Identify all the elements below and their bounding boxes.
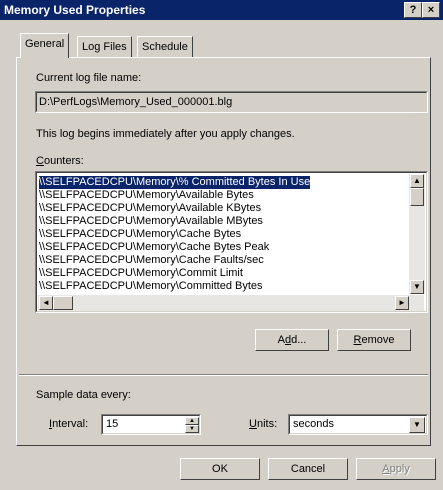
counter-list-item[interactable]: \\SELFPACEDCPU\Memory\Cache Bytes xyxy=(39,228,241,241)
log-file-name-label: Current log file name: xyxy=(36,72,142,84)
scroll-left-icon[interactable]: ◄ xyxy=(39,296,53,310)
separator xyxy=(19,374,428,376)
tab-log-files-label: Log Files xyxy=(82,41,127,53)
log-file-name-value: D:\PerfLogs\Memory_Used_000001.blg xyxy=(39,96,233,108)
counter-list-item[interactable]: \\SELFPACEDCPU\Memory\Cache Faults/sec xyxy=(39,254,264,267)
counters-listbox[interactable]: \\SELFPACEDCPU\Memory\% Committed Bytes … xyxy=(35,171,428,313)
tab-log-files[interactable]: Log Files xyxy=(77,36,132,57)
scroll-up-icon[interactable]: ▲ xyxy=(410,174,424,188)
scroll-right-icon[interactable]: ► xyxy=(395,296,409,310)
units-value: seconds xyxy=(293,418,334,430)
general-tab-panel: Current log file name: D:\PerfLogs\Memor… xyxy=(16,57,431,446)
counter-list-item[interactable]: \\SELFPACEDCPU\Memory\Available MBytes xyxy=(39,215,263,228)
interval-stepper[interactable]: 15 ▲ ▼ xyxy=(101,414,201,435)
counter-list-item[interactable]: \\SELFPACEDCPU\Memory\Available Bytes xyxy=(39,189,254,202)
counters-label: Counters: xyxy=(36,155,84,167)
counter-list-item[interactable]: \\SELFPACEDCPU\Memory\Cache Bytes Peak xyxy=(39,241,269,254)
spin-up-icon[interactable]: ▲ xyxy=(185,417,199,425)
tab-schedule[interactable]: Schedule xyxy=(137,36,193,57)
log-file-name-field[interactable]: D:\PerfLogs\Memory_Used_000001.blg xyxy=(35,91,428,113)
interval-label: Interval: xyxy=(49,418,89,430)
counter-list-item[interactable]: \\SELFPACEDCPU\Memory\Commit Limit xyxy=(39,267,243,280)
add-button[interactable]: Add... xyxy=(255,329,329,351)
tab-general[interactable]: General xyxy=(20,33,70,58)
cancel-button[interactable]: Cancel xyxy=(268,458,348,480)
units-dropdown[interactable]: seconds ▼ xyxy=(288,414,428,435)
vertical-scroll-thumb[interactable] xyxy=(410,188,424,206)
apply-button[interactable]: Apply xyxy=(356,458,436,480)
horizontal-scrollbar[interactable] xyxy=(38,295,424,311)
tab-schedule-label: Schedule xyxy=(142,41,188,53)
interval-value: 15 xyxy=(106,418,119,430)
info-text: This log begins immediately after you ap… xyxy=(36,128,295,140)
horizontal-scroll-thumb[interactable] xyxy=(53,296,73,310)
remove-button[interactable]: Remove xyxy=(337,329,411,351)
close-button[interactable]: × xyxy=(422,2,440,18)
window-title: Memory Used Properties xyxy=(4,3,146,17)
scroll-down-icon[interactable]: ▼ xyxy=(410,280,424,294)
counter-list-item[interactable]: \\SELFPACEDCPU\Memory\% Committed Bytes … xyxy=(39,176,311,189)
tab-general-label: General xyxy=(25,38,65,50)
counter-list-item[interactable]: \\SELFPACEDCPU\Memory\Available KBytes xyxy=(39,202,261,215)
chevron-down-icon[interactable]: ▼ xyxy=(409,417,425,433)
ok-button[interactable]: OK xyxy=(180,458,260,480)
help-button[interactable]: ? xyxy=(404,2,422,18)
spin-down-icon[interactable]: ▼ xyxy=(185,425,199,433)
units-label: Units: xyxy=(249,418,278,430)
counter-list-item[interactable]: \\SELFPACEDCPU\Memory\Committed Bytes xyxy=(39,280,263,293)
title-bar: Memory Used Properties ? × xyxy=(0,0,443,20)
sample-data-label: Sample data every: xyxy=(36,389,131,401)
